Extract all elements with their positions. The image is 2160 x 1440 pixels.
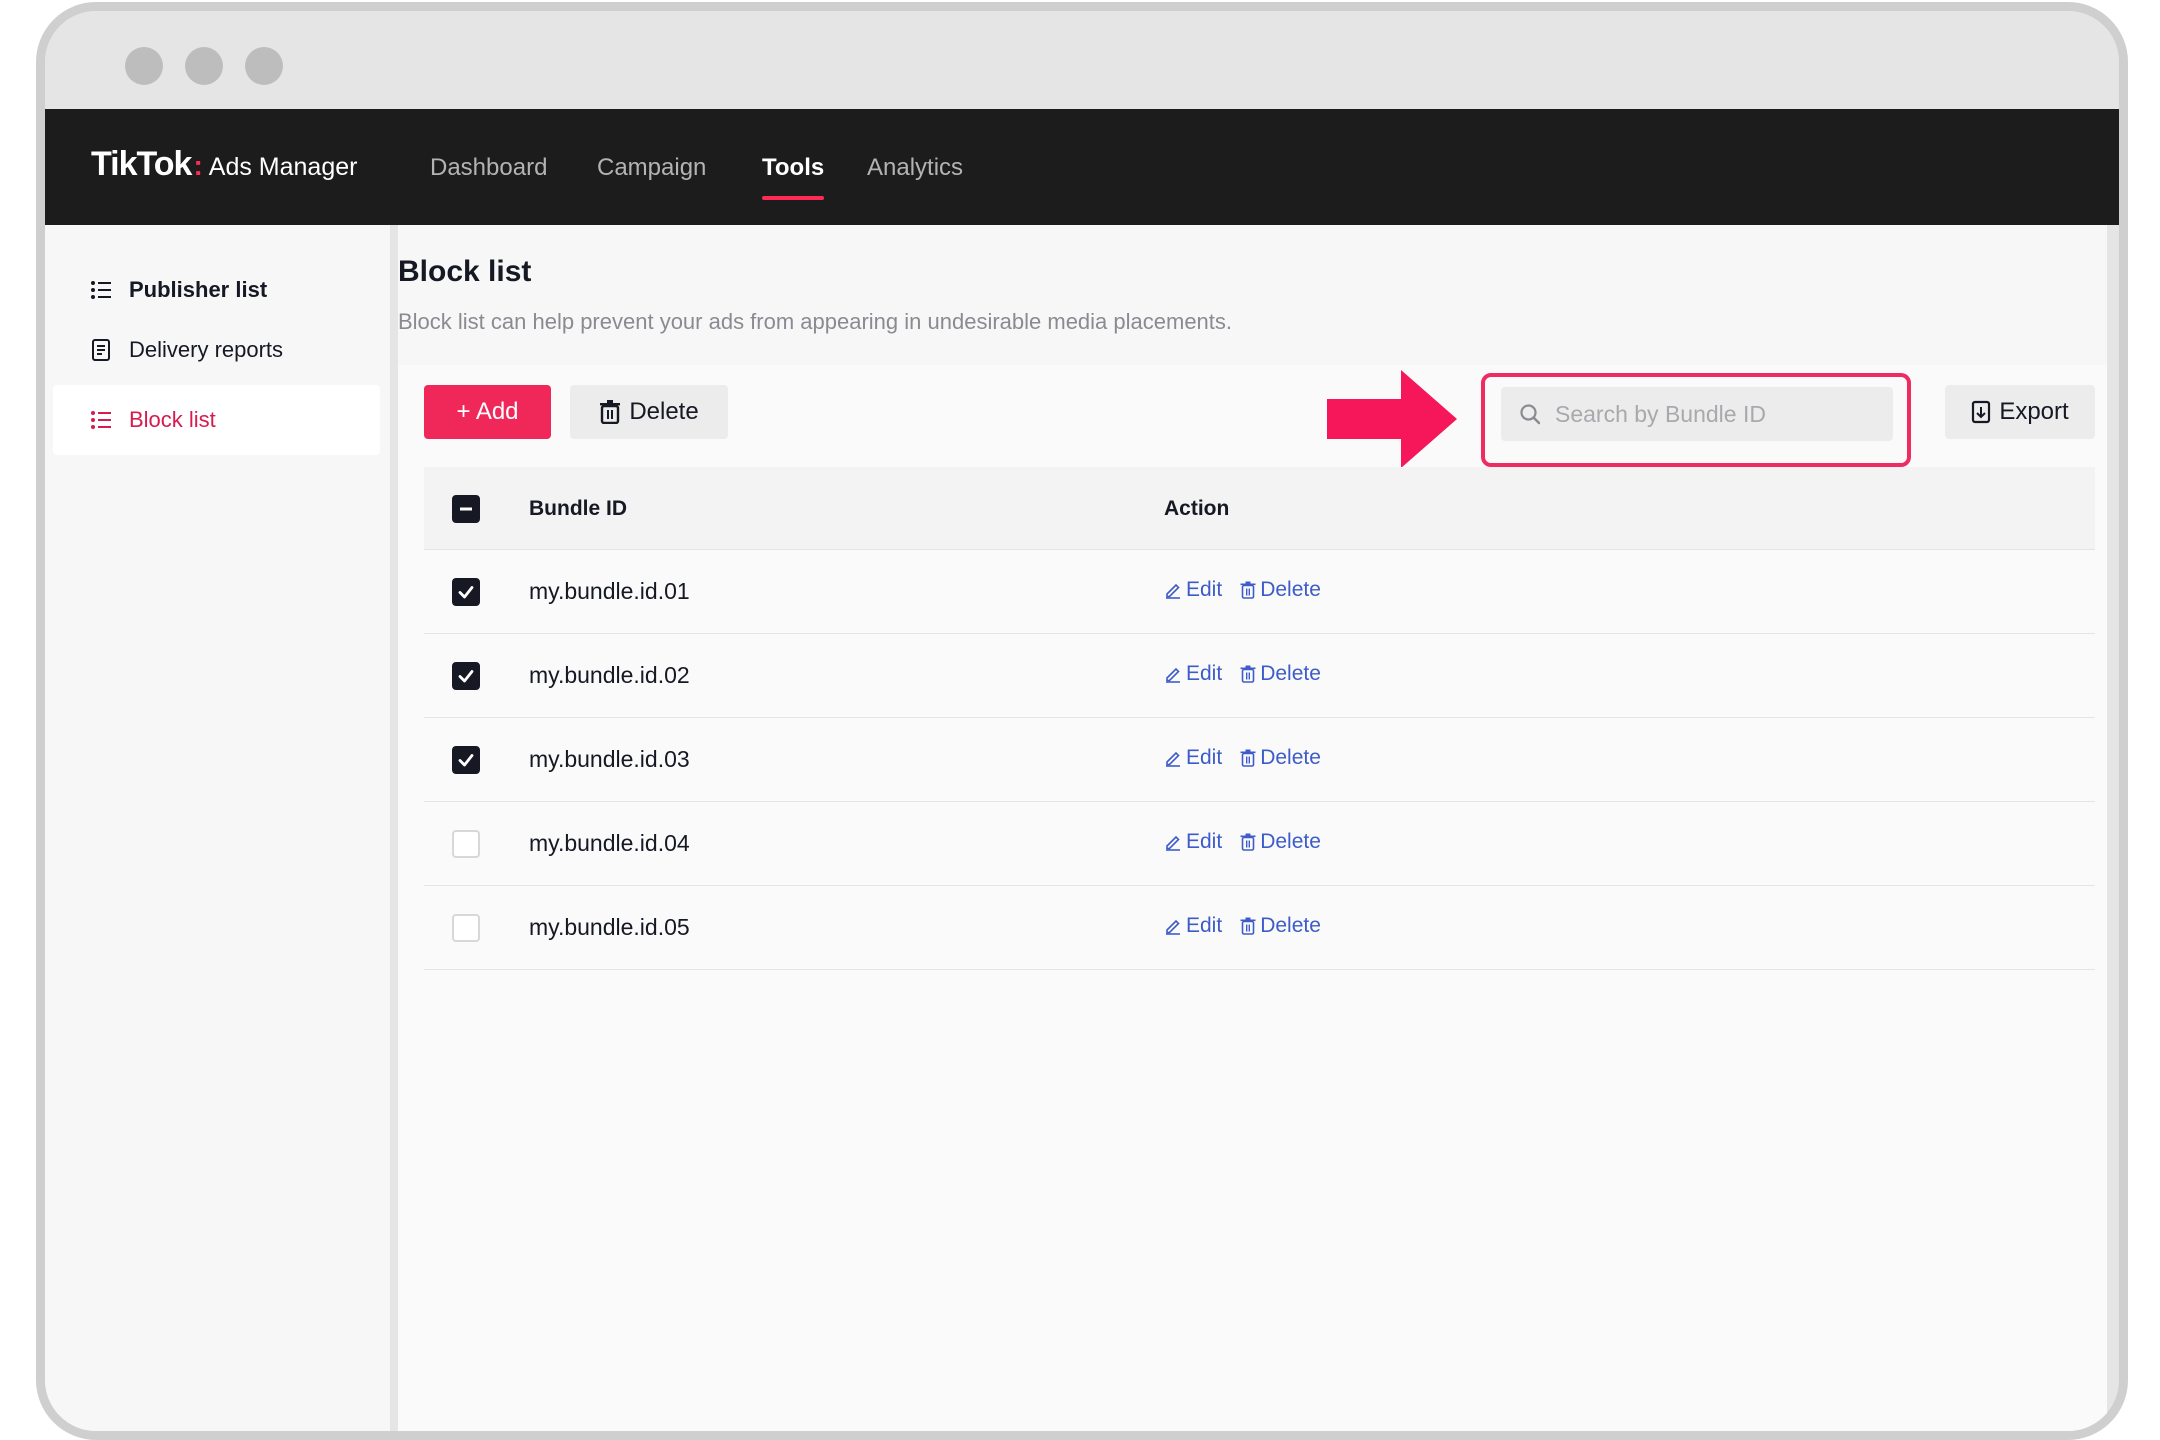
row-edit-label: Edit: [1186, 914, 1223, 937]
sidebar: Publisher list Delivery reports Block li…: [45, 225, 390, 1431]
trash-icon: [1240, 749, 1256, 767]
browser-window: TikTok : Ads Manager Dashboard Campaign …: [36, 2, 2128, 1440]
window-minimize-dot[interactable]: [185, 47, 223, 85]
row-checkbox[interactable]: [452, 830, 480, 858]
list-icon: [91, 281, 111, 299]
bundle-id-cell: my.bundle.id.03: [529, 746, 690, 772]
checkmark-icon: [458, 670, 474, 683]
sidebar-item-label: Delivery reports: [129, 337, 284, 362]
row-checkbox[interactable]: [452, 914, 480, 942]
table-row: my.bundle.id.01 Edit Delete: [424, 550, 2095, 634]
sidebar-item-block-list[interactable]: Block list: [53, 385, 380, 455]
column-header-action: Action: [1164, 497, 1230, 520]
main-content: Block list Block list can help prevent y…: [398, 225, 2107, 1431]
row-checkbox[interactable]: [452, 746, 480, 774]
table-row: my.bundle.id.02 Edit Delete: [424, 634, 2095, 718]
row-edit-link[interactable]: Edit: [1164, 914, 1222, 938]
brand-logo-colon: :: [193, 150, 203, 181]
row-actions: Edit Delete: [1164, 914, 1321, 938]
brand-subtitle: Ads Manager: [208, 153, 358, 181]
row-checkbox[interactable]: [452, 578, 480, 606]
search-input[interactable]: [1555, 400, 1875, 428]
checkmark-icon: [458, 586, 474, 599]
row-delete-link[interactable]: Delete: [1240, 914, 1321, 938]
window-close-dot[interactable]: [125, 47, 163, 85]
row-delete-link[interactable]: Delete: [1240, 578, 1321, 602]
table-header: Bundle ID Action: [424, 467, 2095, 550]
pencil-icon: [1166, 835, 1180, 851]
pencil-icon: [1166, 583, 1180, 599]
row-delete-link[interactable]: Delete: [1240, 662, 1321, 686]
bulk-delete-label: Delete: [629, 398, 699, 425]
row-delete-label: Delete: [1260, 746, 1321, 769]
search-icon: [1520, 404, 1541, 425]
bundle-id-cell: my.bundle.id.04: [529, 830, 690, 856]
window-maximize-dot[interactable]: [245, 47, 283, 85]
trash-icon: [1240, 581, 1256, 599]
search-box[interactable]: [1501, 387, 1893, 441]
trash-icon: [1240, 833, 1256, 851]
trash-icon: [1240, 665, 1256, 683]
table-row: my.bundle.id.03 Edit Delete: [424, 718, 2095, 802]
bundle-id-cell: my.bundle.id.02: [529, 662, 690, 688]
pencil-icon: [1166, 667, 1180, 683]
bundle-id-cell: my.bundle.id.01: [529, 578, 690, 604]
bulk-delete-button[interactable]: Delete: [570, 385, 728, 439]
row-edit-label: Edit: [1186, 830, 1223, 853]
nav-analytics[interactable]: Analytics: [867, 154, 963, 182]
bundle-id-cell: my.bundle.id.05: [529, 914, 690, 940]
nav-tools[interactable]: Tools: [762, 154, 825, 200]
block-list-card: + Add Delete Export Bundle ID Action: [398, 365, 2107, 1431]
minus-icon: [460, 507, 472, 511]
row-actions: Edit Delete: [1164, 662, 1321, 686]
nav-campaign[interactable]: Campaign: [597, 154, 706, 182]
row-edit-link[interactable]: Edit: [1164, 578, 1222, 602]
row-delete-label: Delete: [1260, 914, 1321, 937]
window-titlebar: [45, 11, 2119, 109]
row-delete-label: Delete: [1260, 662, 1321, 685]
list-icon: [91, 411, 111, 429]
pencil-icon: [1166, 919, 1180, 935]
row-checkbox[interactable]: [452, 662, 480, 690]
table-row: my.bundle.id.04 Edit Delete: [424, 802, 2095, 886]
row-edit-label: Edit: [1186, 578, 1223, 601]
sidebar-item-label: Block list: [129, 407, 216, 432]
row-actions: Edit Delete: [1164, 578, 1321, 602]
checkmark-icon: [458, 754, 474, 767]
brand-logo-text: TikTok: [91, 145, 192, 183]
select-all-checkbox[interactable]: [452, 495, 480, 523]
export-button[interactable]: Export: [1945, 385, 2095, 439]
row-delete-label: Delete: [1260, 830, 1321, 853]
top-nav: TikTok : Ads Manager Dashboard Campaign …: [45, 109, 2119, 225]
column-header-bundle-id[interactable]: Bundle ID: [529, 497, 627, 521]
brand-logo[interactable]: TikTok : Ads Manager: [91, 145, 357, 184]
page-title: Block list: [398, 255, 532, 288]
row-edit-link[interactable]: Edit: [1164, 746, 1222, 770]
arrow-pointer-icon: [1327, 370, 1457, 468]
row-delete-link[interactable]: Delete: [1240, 830, 1321, 854]
row-actions: Edit Delete: [1164, 746, 1321, 770]
nav-dashboard[interactable]: Dashboard: [430, 154, 547, 182]
add-button[interactable]: + Add: [424, 385, 551, 439]
page-description: Block list can help prevent your ads fro…: [398, 309, 1233, 334]
report-icon: [92, 339, 110, 361]
trash-icon: [1240, 917, 1256, 935]
trash-icon: [600, 400, 621, 424]
row-actions: Edit Delete: [1164, 830, 1321, 854]
pencil-icon: [1166, 751, 1180, 767]
sidebar-item-delivery-reports[interactable]: Delivery reports: [53, 315, 380, 385]
table-row: my.bundle.id.05 Edit Delete: [424, 886, 2095, 970]
sidebar-item-label: Publisher list: [129, 277, 268, 302]
row-edit-label: Edit: [1186, 746, 1223, 769]
row-edit-link[interactable]: Edit: [1164, 662, 1222, 686]
export-label: Export: [1999, 398, 2069, 425]
export-icon: [1972, 400, 1991, 424]
row-delete-label: Delete: [1260, 578, 1321, 601]
row-delete-link[interactable]: Delete: [1240, 746, 1321, 770]
row-edit-link[interactable]: Edit: [1164, 830, 1222, 854]
row-edit-label: Edit: [1186, 662, 1223, 685]
